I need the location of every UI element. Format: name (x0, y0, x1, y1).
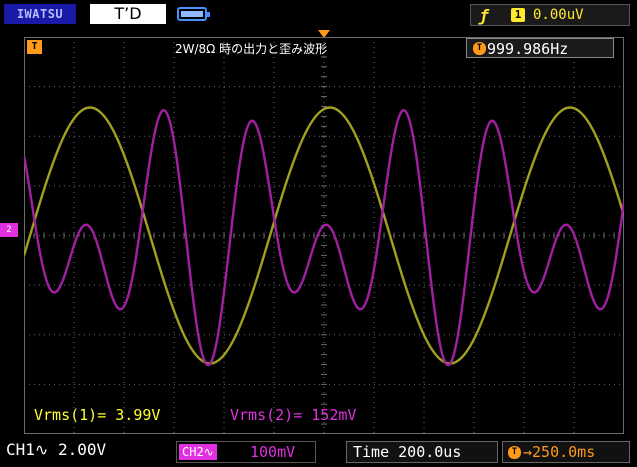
trigger-channel-badge: 1 (511, 8, 525, 22)
trigger-settings[interactable]: ƒ 1 0.00uV (470, 4, 630, 26)
horizontal-offset[interactable]: T →250.0ms (502, 441, 630, 463)
top-status-bar: IWATSU T’D ƒ 1 0.00uV (0, 0, 637, 30)
acquisition-status[interactable]: T’D (90, 4, 166, 24)
offset-value: →250.0ms (523, 443, 596, 461)
trigger-offset-icon: T (508, 446, 521, 459)
ch2-tag: CH2∿ (179, 444, 217, 460)
ch2-scale-value: 100mV (250, 443, 296, 461)
timebase[interactable]: Time 200.0us (346, 441, 498, 463)
waveform-display (24, 37, 624, 434)
ch2-scale[interactable]: CH2∿ 100mV (176, 441, 316, 463)
frequency-value: 999.986Hz (487, 40, 569, 58)
ch1-scale[interactable]: CH1∿ 2.00V (6, 440, 106, 459)
trigger-freq-icon: T (473, 42, 486, 55)
graticule (24, 37, 624, 434)
screen-title: 2W/8Ω 時の出力と歪み波形 (175, 42, 328, 56)
battery-icon (177, 7, 210, 21)
ch2-ground-marker[interactable]: 2 (0, 223, 18, 237)
trigger-level: 0.00uV (533, 7, 584, 23)
trigger-marker-icon: T (27, 40, 42, 54)
frequency-readout: T 999.986Hz (466, 38, 614, 58)
rising-edge-icon: ƒ (479, 6, 489, 25)
brand-logo: IWATSU (4, 4, 76, 24)
vrms-ch2-readout: Vrms(2)= 152mV (230, 406, 357, 424)
bottom-status-bar: CH1∿ 2.00V CH2∿ 100mV Time 200.0us T →25… (0, 436, 637, 467)
vrms-ch1-readout: Vrms(1)= 3.99V (34, 406, 161, 424)
timebase-value: Time 200.0us (353, 443, 462, 461)
